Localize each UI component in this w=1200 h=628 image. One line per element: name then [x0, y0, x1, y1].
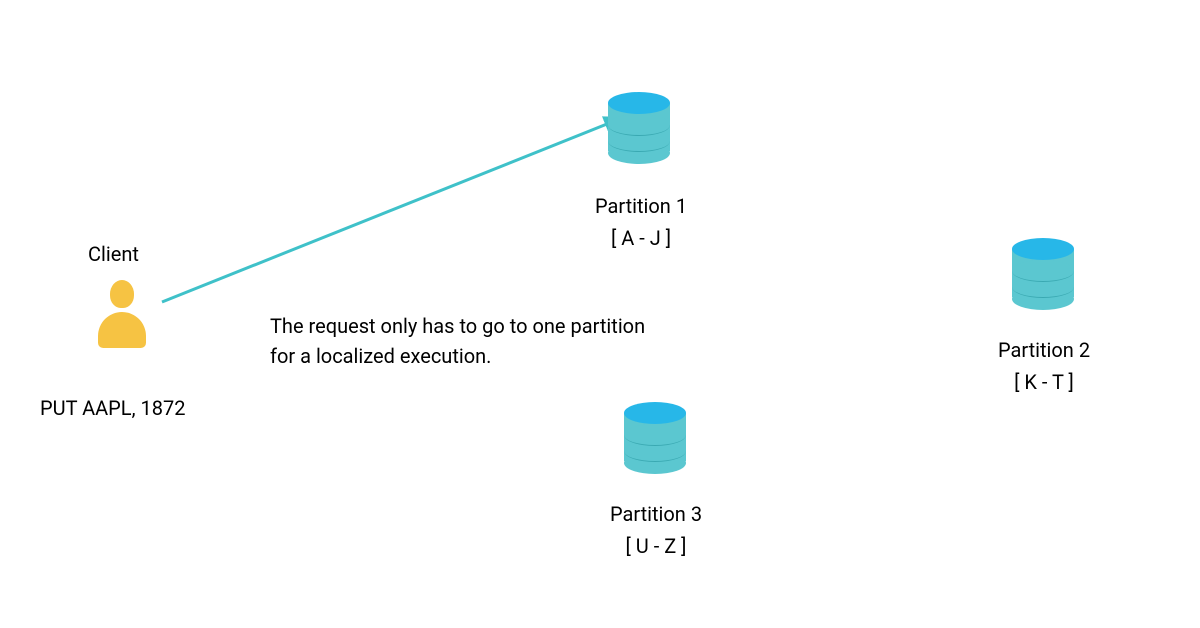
client-icon	[97, 280, 147, 350]
client-label: Client	[88, 242, 139, 266]
partition-2-label: Partition 2 [ K - T ]	[974, 334, 1114, 398]
partition-2-range: [ K - T ]	[974, 366, 1114, 398]
partition-3-db-icon	[624, 402, 686, 474]
client-request-text: PUT AAPL, 1872	[40, 396, 185, 420]
partition-1-label: Partition 1 [ A - J ]	[571, 190, 711, 254]
partition-2-title: Partition 2	[974, 334, 1114, 366]
partition-1-title: Partition 1	[571, 190, 711, 222]
diagram-description: The request only has to go to one partit…	[270, 311, 650, 371]
partition-2-db-icon	[1012, 238, 1074, 310]
partition-3-title: Partition 3	[586, 498, 726, 530]
partition-1-db-icon	[608, 92, 670, 164]
partition-3-range: [ U - Z ]	[586, 530, 726, 562]
partition-3-label: Partition 3 [ U - Z ]	[586, 498, 726, 562]
partition-1-range: [ A - J ]	[571, 222, 711, 254]
